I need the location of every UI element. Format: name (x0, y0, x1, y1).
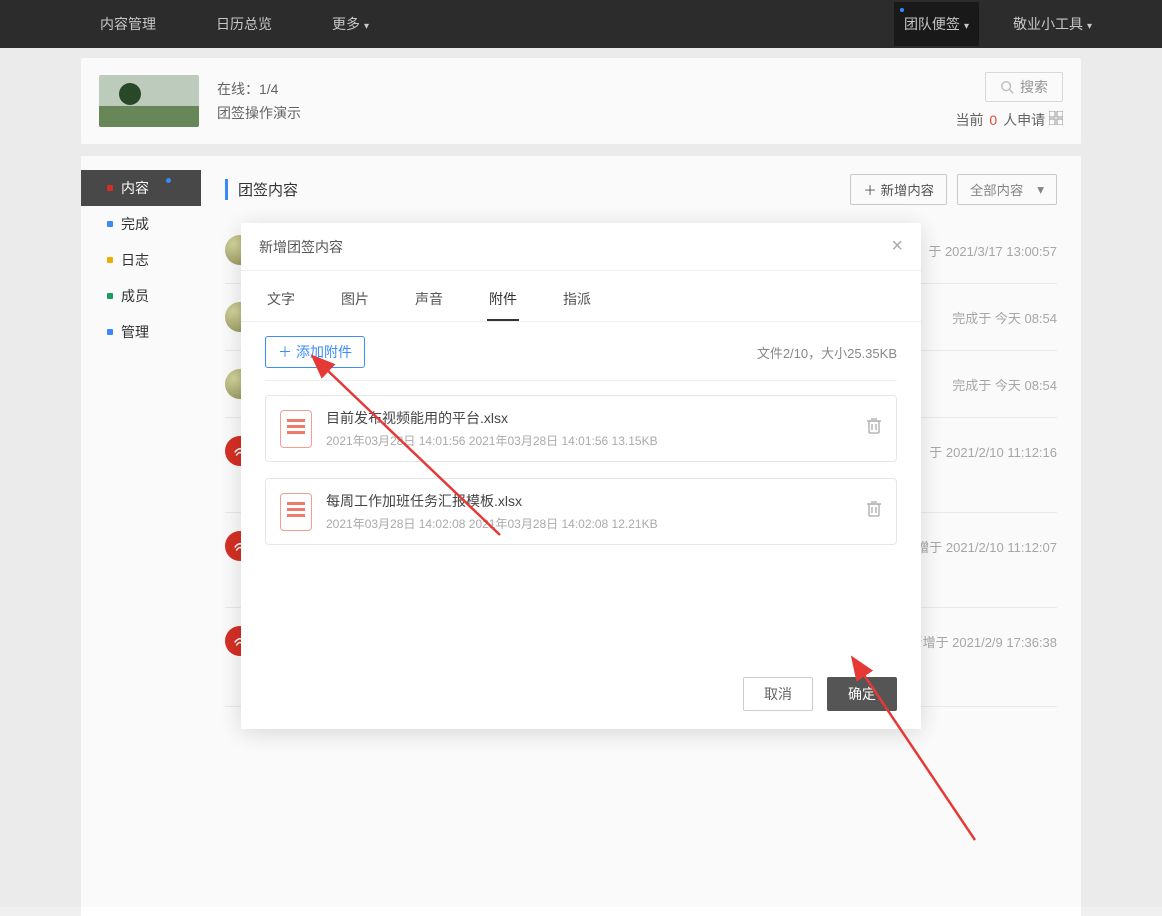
modal-overlay: 新增团签内容 × 文字 图片 声音 附件 指派 ＋添加附件 文件2/10，大小25.35… (0, 0, 1162, 907)
add-attachment-button[interactable]: ＋添加附件 (265, 336, 365, 368)
attachment-row: 每周工作加班任务汇报模板.xlsx 2021年03月28日 14:02:08 2… (265, 478, 897, 545)
modal-tab-4[interactable]: 指派 (561, 281, 593, 321)
delete-icon[interactable] (866, 500, 882, 523)
close-icon[interactable]: × (891, 235, 903, 258)
delete-icon[interactable] (866, 417, 882, 440)
modal-tab-3[interactable]: 附件 (487, 281, 519, 321)
modal-title: 新增团签内容 (259, 237, 891, 257)
file-name: 目前发布视频能用的平台.xlsx (326, 408, 852, 428)
plus-icon: ＋ (278, 342, 292, 362)
file-meta: 2021年03月28日 14:02:08 2021年03月28日 14:02:0… (326, 515, 852, 532)
modal-tabs: 文字 图片 声音 附件 指派 (241, 271, 921, 322)
file-meta: 2021年03月28日 14:01:56 2021年03月28日 14:01:5… (326, 432, 852, 449)
file-name: 每周工作加班任务汇报模板.xlsx (326, 491, 852, 511)
modal-tab-0[interactable]: 文字 (265, 281, 297, 321)
file-icon (280, 410, 312, 448)
cancel-button[interactable]: 取消 (743, 677, 813, 711)
add-content-modal: 新增团签内容 × 文字 图片 声音 附件 指派 ＋添加附件 文件2/10，大小25.35… (241, 223, 921, 729)
file-count-meta: 文件2/10，大小25.35KB (757, 343, 897, 362)
attachment-list: 目前发布视频能用的平台.xlsx 2021年03月28日 14:01:56 20… (265, 395, 897, 545)
modal-tab-1[interactable]: 图片 (339, 281, 371, 321)
modal-tab-2[interactable]: 声音 (413, 281, 445, 321)
attachment-row: 目前发布视频能用的平台.xlsx 2021年03月28日 14:01:56 20… (265, 395, 897, 462)
file-icon (280, 493, 312, 531)
confirm-button[interactable]: 确定 (827, 677, 897, 711)
